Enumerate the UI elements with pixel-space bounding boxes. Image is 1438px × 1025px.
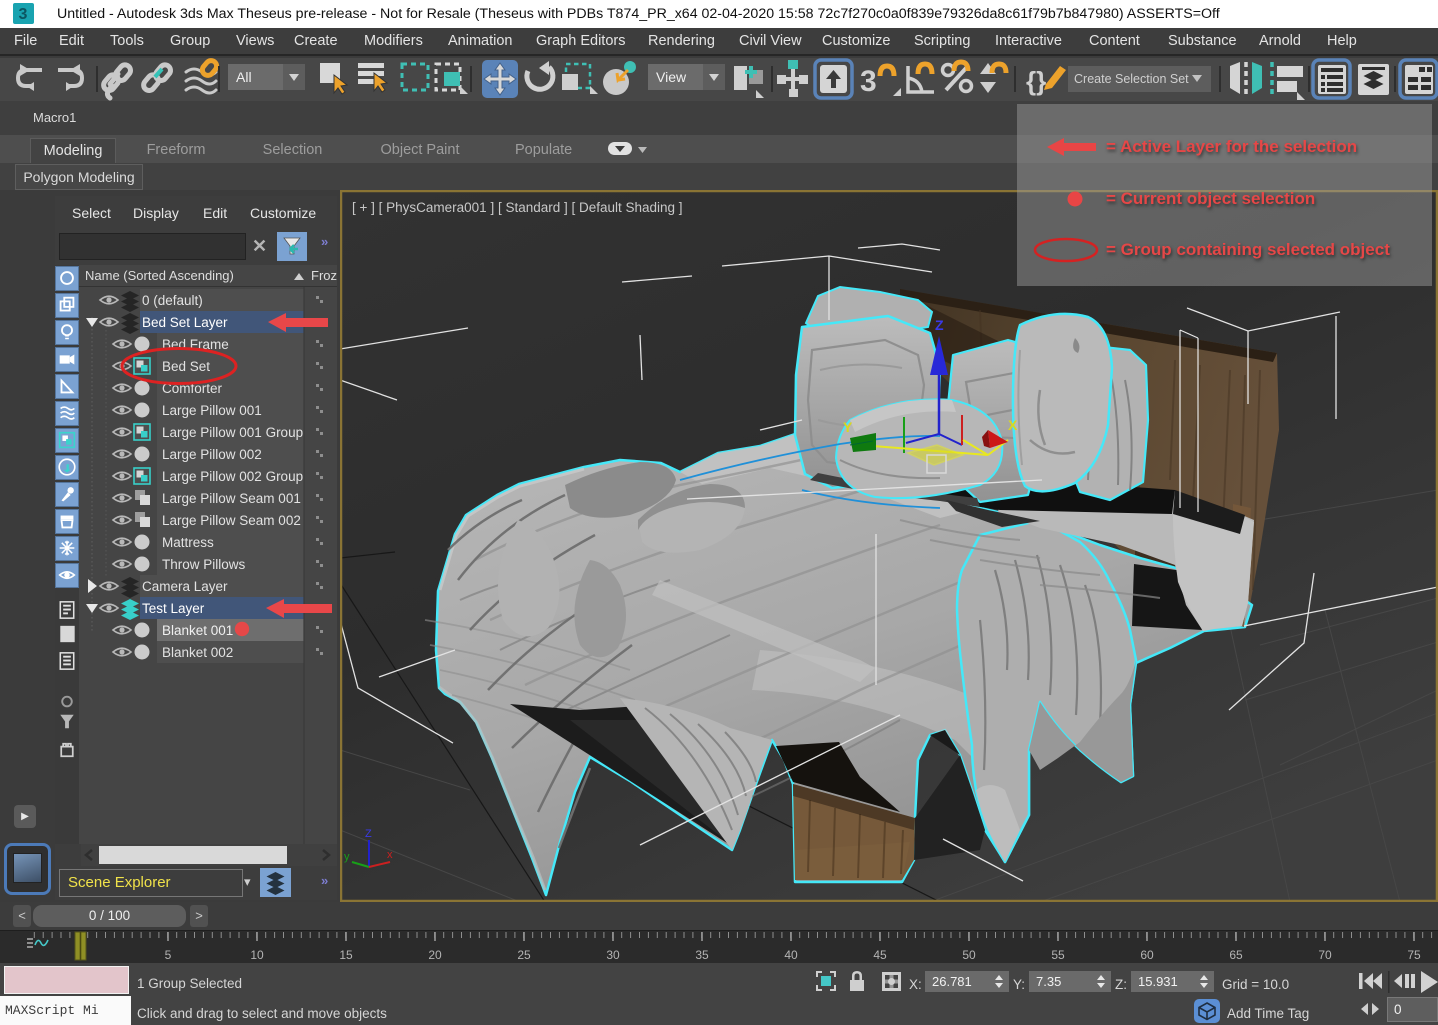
svg-text:70: 70 — [1318, 948, 1332, 962]
svg-text:x: x — [387, 849, 393, 861]
svg-text:55: 55 — [1051, 948, 1065, 962]
svg-text:Blanket 001: Blanket 001 — [162, 623, 233, 638]
svg-text:Bed Set: Bed Set — [162, 359, 210, 374]
svg-text:Large Pillow 002: Large Pillow 002 — [162, 447, 262, 462]
svg-text:Z: Z — [935, 317, 944, 333]
svg-text:Camera Layer: Camera Layer — [142, 579, 228, 594]
svg-text:Large Pillow 001: Large Pillow 001 — [162, 403, 262, 418]
svg-text:30: 30 — [606, 948, 620, 962]
svg-text:Large Pillow 002 Group: Large Pillow 002 Group — [162, 469, 303, 484]
svg-text:y: y — [344, 851, 350, 863]
svg-text:Test Layer: Test Layer — [142, 601, 205, 616]
svg-text:Mattress: Mattress — [162, 535, 214, 550]
svg-text:75: 75 — [1407, 948, 1421, 962]
svg-text:5: 5 — [165, 948, 172, 962]
svg-text:0 (default): 0 (default) — [142, 293, 203, 308]
svg-text:Y: Y — [843, 419, 853, 435]
svg-text:40: 40 — [784, 948, 798, 962]
svg-text:Throw Pillows: Throw Pillows — [162, 557, 246, 572]
svg-text:[ + ] [ PhysCamera001 ] [ Stan: [ + ] [ PhysCamera001 ] [ Standard ] [ D… — [352, 200, 683, 215]
svg-text:X: X — [1008, 417, 1018, 433]
svg-text:50: 50 — [962, 948, 976, 962]
svg-text:60: 60 — [1140, 948, 1154, 962]
svg-text:15: 15 — [339, 948, 353, 962]
svg-text:3: 3 — [19, 6, 28, 23]
svg-text:3: 3 — [860, 65, 877, 98]
svg-text:65: 65 — [1229, 948, 1243, 962]
svg-text:Z: Z — [365, 828, 372, 840]
svg-text:35: 35 — [695, 948, 709, 962]
svg-text:Create Selection Set: Create Selection Set — [1074, 72, 1189, 86]
svg-text:Bed Set Layer: Bed Set Layer — [142, 315, 228, 330]
svg-text:{}: {} — [1026, 66, 1046, 96]
svg-text:25: 25 — [517, 948, 531, 962]
svg-text:45: 45 — [873, 948, 887, 962]
svg-text:Large Pillow 001 Group: Large Pillow 001 Group — [162, 425, 303, 440]
svg-text:10: 10 — [250, 948, 264, 962]
svg-text:Large Pillow Seam 002: Large Pillow Seam 002 — [162, 513, 301, 528]
svg-text:View: View — [656, 69, 687, 85]
svg-text:20: 20 — [428, 948, 442, 962]
svg-text:Large Pillow Seam 001: Large Pillow Seam 001 — [162, 491, 301, 506]
svg-text:All: All — [236, 69, 252, 85]
svg-text:Blanket 002: Blanket 002 — [162, 645, 233, 660]
